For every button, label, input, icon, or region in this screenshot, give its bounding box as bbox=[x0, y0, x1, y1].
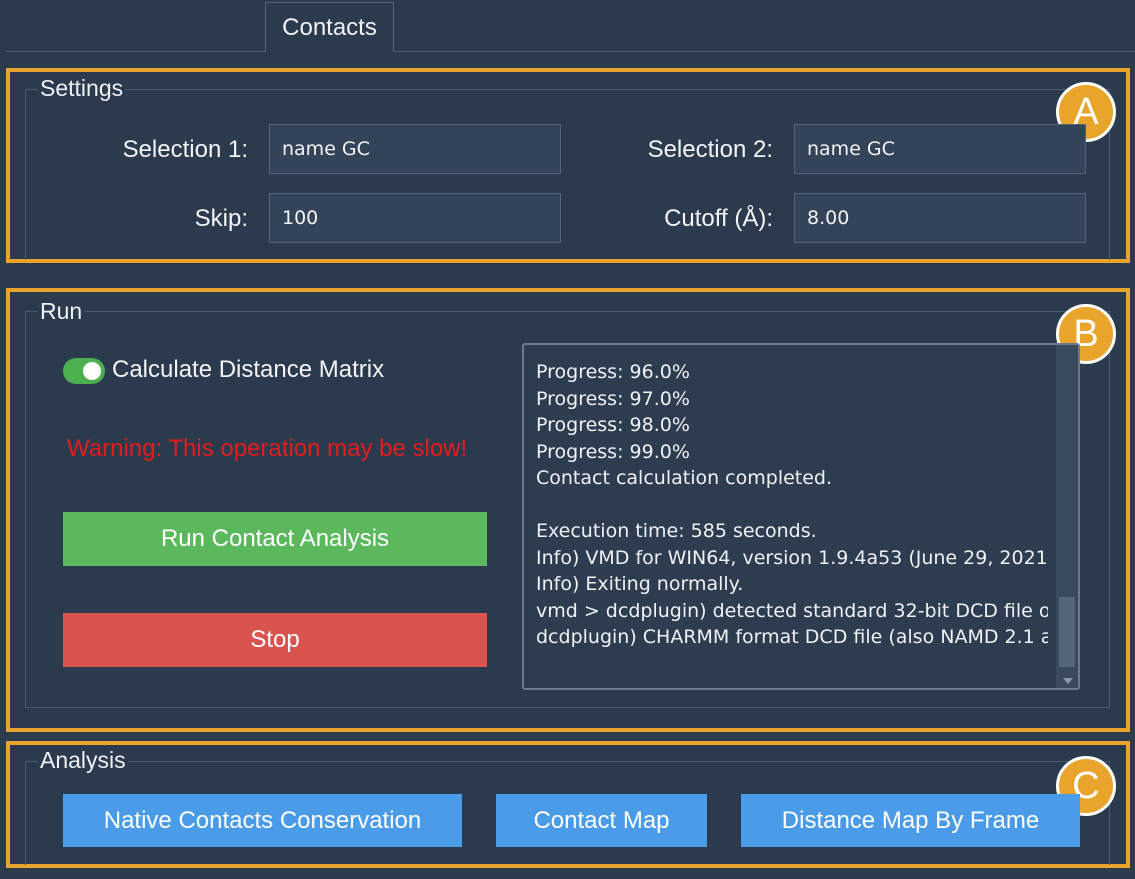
console-line: Progress: 96.0% bbox=[536, 361, 690, 383]
tab-strip: Contacts bbox=[0, 0, 1135, 52]
skip-input[interactable]: 100 bbox=[269, 193, 561, 243]
console-line: Progress: 98.0% bbox=[536, 414, 690, 436]
slow-warning-text: Warning: This operation may be slow! bbox=[67, 435, 468, 462]
console-scroll-thumb[interactable] bbox=[1059, 597, 1075, 667]
stop-button[interactable]: Stop bbox=[63, 613, 487, 667]
native-contacts-conservation-button[interactable]: Native Contacts Conservation bbox=[63, 794, 462, 847]
console-line: Progress: 97.0% bbox=[536, 387, 690, 410]
selection2-input[interactable]: name GC bbox=[794, 124, 1086, 174]
console-line: Contact calculation completed. bbox=[536, 467, 833, 489]
toggle-knob bbox=[83, 362, 101, 380]
skip-label: Skip: bbox=[194, 205, 248, 232]
run-title: Run bbox=[38, 298, 85, 324]
calculate-distance-matrix-toggle[interactable] bbox=[63, 358, 105, 384]
console-line: Info) VMD for WIN64, version 1.9.4a53 (J… bbox=[536, 546, 1048, 569]
selection1-input[interactable]: name GC bbox=[269, 124, 561, 174]
console-line: dcdplugin) CHARMM format DCD file (also … bbox=[536, 626, 1048, 648]
analysis-title: Analysis bbox=[38, 747, 128, 773]
console-line: vmd > dcdplugin) detected standard 32-bi… bbox=[536, 599, 1048, 622]
console-text: Progress: 96.0% Progress: 97.0% Progress: … bbox=[536, 359, 1048, 651]
run-contact-analysis-button[interactable]: Run Contact Analysis bbox=[63, 512, 487, 566]
tab-baseline bbox=[6, 51, 1135, 52]
distance-map-by-frame-button[interactable]: Distance Map By Frame bbox=[741, 794, 1080, 847]
console-output[interactable]: Progress: 96.0% Progress: 97.0% Progress: … bbox=[522, 343, 1080, 690]
scroll-down-arrow-icon[interactable] bbox=[1063, 678, 1073, 684]
console-line: Execution time: 585 seconds. bbox=[536, 520, 817, 542]
selection1-label: Selection 1: bbox=[122, 136, 248, 163]
contact-map-button[interactable]: Contact Map bbox=[496, 794, 707, 847]
console-scrollbar[interactable] bbox=[1056, 345, 1078, 688]
tab-contacts[interactable]: Contacts bbox=[265, 2, 394, 52]
console-line: Info) Exiting normally. bbox=[536, 573, 744, 595]
cutoff-input[interactable]: 8.00 bbox=[794, 193, 1086, 243]
calculate-distance-matrix-label: Calculate Distance Matrix bbox=[112, 356, 385, 383]
console-line: Progress: 99.0% bbox=[536, 440, 690, 463]
settings-title: Settings bbox=[38, 75, 126, 101]
cutoff-label: Cutoff (Å): bbox=[664, 205, 773, 232]
selection2-label: Selection 2: bbox=[647, 136, 773, 163]
